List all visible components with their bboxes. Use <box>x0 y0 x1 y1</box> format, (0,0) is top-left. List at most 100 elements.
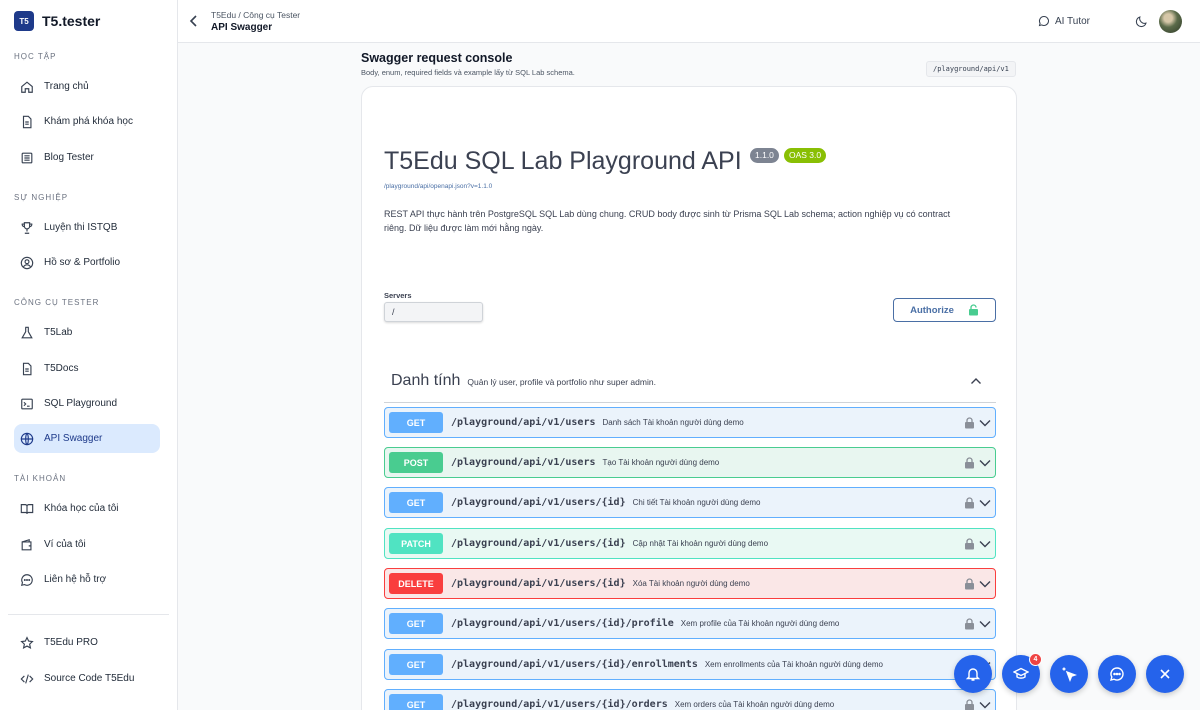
method-badge: GET <box>389 412 443 433</box>
lock-icon[interactable] <box>964 699 975 710</box>
servers-label: Servers <box>384 291 412 300</box>
breadcrumb: T5Edu / Công cụ Tester <box>211 10 301 20</box>
lock-icon[interactable] <box>964 457 975 469</box>
sidebar-item-label: Khóa học của tôi <box>44 503 119 514</box>
back-chevron-icon[interactable] <box>186 13 202 29</box>
operation-row[interactable]: GET /playground/api/v1/users/{id} Chi ti… <box>384 487 996 518</box>
sidebar-item-label: T5Docs <box>44 363 79 374</box>
operation-summary: Xem enrollments của Tài khoản người dùng… <box>704 660 883 669</box>
sidebar-item-label: Trang chủ <box>44 81 89 92</box>
section-label-tai-khoan: TÀI KHOẢN <box>14 474 67 483</box>
api-description: REST API thực hành trên PostgreSQL SQL L… <box>384 209 951 233</box>
sidebar: T5 T5.tester HỌC TẬP Trang chủ Khám phá … <box>0 0 178 710</box>
close-fab[interactable] <box>1146 655 1184 693</box>
code-icon <box>20 673 34 684</box>
chevron-down-icon <box>979 581 991 588</box>
star-icon <box>20 635 34 649</box>
sidebar-item-label: Luyện thi ISTQB <box>44 222 118 233</box>
document-icon <box>22 115 32 128</box>
operation-row[interactable]: DELETE /playground/api/v1/users/{id} Xóa… <box>384 568 996 599</box>
version-badge: 1.1.0 <box>750 148 779 163</box>
operation-row[interactable]: GET /playground/api/v1/users/{id}/profil… <box>384 608 996 639</box>
sidebar-item-label: T5Edu PRO <box>44 637 98 648</box>
chat-icon <box>20 573 33 586</box>
sidebar-item-t5lab[interactable]: T5Lab <box>14 318 160 347</box>
ai-tutor-button[interactable]: AI Tutor <box>1038 15 1090 27</box>
chevron-down-icon <box>979 621 991 628</box>
ai-tutor-label: AI Tutor <box>1054 15 1090 27</box>
brand[interactable]: T5 T5.tester <box>0 0 177 42</box>
operation-path: /playground/api/v1/users <box>451 417 596 428</box>
console-title: Swagger request console <box>361 51 513 65</box>
avatar[interactable] <box>1159 10 1182 33</box>
sidebar-item-istqb[interactable]: Luyện thi ISTQB <box>14 213 160 242</box>
spec-link[interactable]: /playground/api/openapi.json?v=1.1.0 <box>384 183 492 190</box>
operation-summary: Chi tiết Tài khoản người dùng demo <box>632 498 761 507</box>
chat-fab[interactable] <box>1098 655 1136 693</box>
operation-path: /playground/api/v1/users <box>451 457 596 468</box>
sidebar-item-label: Source Code T5Edu <box>44 673 135 684</box>
flask-icon <box>21 326 33 338</box>
lock-icon[interactable] <box>964 497 975 509</box>
console-subtitle: Body, enum, required fields và example l… <box>361 68 575 77</box>
operation-row[interactable]: GET /playground/api/v1/users/{id}/enroll… <box>384 649 996 680</box>
sidebar-item-sql-playground[interactable]: SQL Playground <box>14 389 160 418</box>
globe-icon <box>20 432 34 445</box>
tag-section-danh-tinh[interactable]: Danh tính Quản lý user, profile và portf… <box>384 359 996 403</box>
sidebar-item-pro[interactable]: T5Edu PRO <box>14 628 160 657</box>
sidebar-item-trang-chu[interactable]: Trang chủ <box>14 72 160 101</box>
method-badge: GET <box>389 613 443 634</box>
servers-select[interactable]: / <box>384 302 483 322</box>
chevron-up-icon <box>971 378 981 384</box>
sidebar-item-label: Liên hệ hỗ trợ <box>44 574 107 585</box>
wallet-icon <box>21 538 32 550</box>
chat-icon <box>1038 15 1049 27</box>
operation-row[interactable]: GET /playground/api/v1/users/{id}/orders… <box>384 689 996 710</box>
operation-path: /playground/api/v1/users/{id}/profile <box>451 618 674 629</box>
sidebar-item-label: T5Lab <box>44 327 73 338</box>
notification-badge: 4 <box>1029 653 1042 666</box>
operation-summary: Tạo Tài khoản người dùng demo <box>602 458 720 467</box>
sidebar-item-portfolio[interactable]: Hồ sơ & Portfolio <box>14 248 160 277</box>
operation-row[interactable]: GET /playground/api/v1/users Danh sách T… <box>384 407 996 438</box>
sidebar-item-label: API Swagger <box>44 433 103 444</box>
sidebar-item-vi[interactable]: Ví của tôi <box>14 530 160 559</box>
terminal-icon <box>21 398 33 409</box>
lock-icon[interactable] <box>964 578 975 590</box>
operation-path: /playground/api/v1/users/{id}/orders <box>451 699 668 710</box>
lock-icon[interactable] <box>964 618 975 630</box>
sidebar-item-kham-pha[interactable]: Khám phá khóa học <box>14 107 160 136</box>
sidebar-item-lien-he[interactable]: Liên hệ hỗ trợ <box>14 565 160 594</box>
ai-assist-fab[interactable] <box>1050 655 1088 693</box>
operation-path: /playground/api/v1/users/{id} <box>451 538 626 549</box>
moon-icon[interactable] <box>1135 15 1148 28</box>
operation-summary: Xem profile của Tài khoản người dùng dem… <box>680 619 840 628</box>
sparkle-cursor-icon <box>1062 667 1077 682</box>
bell-icon <box>965 668 981 681</box>
courses-fab[interactable]: 4 <box>1002 653 1042 693</box>
brand-name: T5.tester <box>42 13 101 29</box>
home-icon <box>21 80 33 93</box>
section-label-cong-cu: CÔNG CỤ TESTER <box>14 298 100 307</box>
operation-summary: Xóa Tài khoản người dùng demo <box>632 579 750 588</box>
operation-path: /playground/api/v1/users/{id}/enrollment… <box>451 659 698 670</box>
chevron-down-icon <box>979 460 991 467</box>
top-header: T5Edu / Công cụ Tester API Swagger AI Tu… <box>178 0 1200 43</box>
sidebar-item-blog[interactable]: Blog Tester <box>14 143 160 172</box>
authorize-button[interactable]: Authorize <box>893 298 996 322</box>
sidebar-item-source-code[interactable]: Source Code T5Edu <box>14 664 160 693</box>
operation-path: /playground/api/v1/users/{id} <box>451 578 626 589</box>
method-badge: PATCH <box>389 533 443 554</box>
lock-icon[interactable] <box>964 538 975 550</box>
sidebar-item-khoa-hoc-cua-toi[interactable]: Khóa học của tôi <box>14 494 160 523</box>
lock-icon[interactable] <box>964 417 975 429</box>
operation-row[interactable]: POST /playground/api/v1/users Tạo Tài kh… <box>384 447 996 478</box>
operation-row[interactable]: PATCH /playground/api/v1/users/{id} Cập … <box>384 528 996 559</box>
trophy-icon <box>21 221 33 234</box>
section-label-hoc-tap: HỌC TẬP <box>14 52 57 61</box>
sidebar-item-api-swagger[interactable]: API Swagger <box>14 424 160 453</box>
swagger-card: T5Edu SQL Lab Playground API 1.1.0 OAS 3… <box>361 86 1017 710</box>
sidebar-item-t5docs[interactable]: T5Docs <box>14 354 160 383</box>
notifications-fab[interactable] <box>954 655 992 693</box>
close-icon <box>1160 669 1170 679</box>
